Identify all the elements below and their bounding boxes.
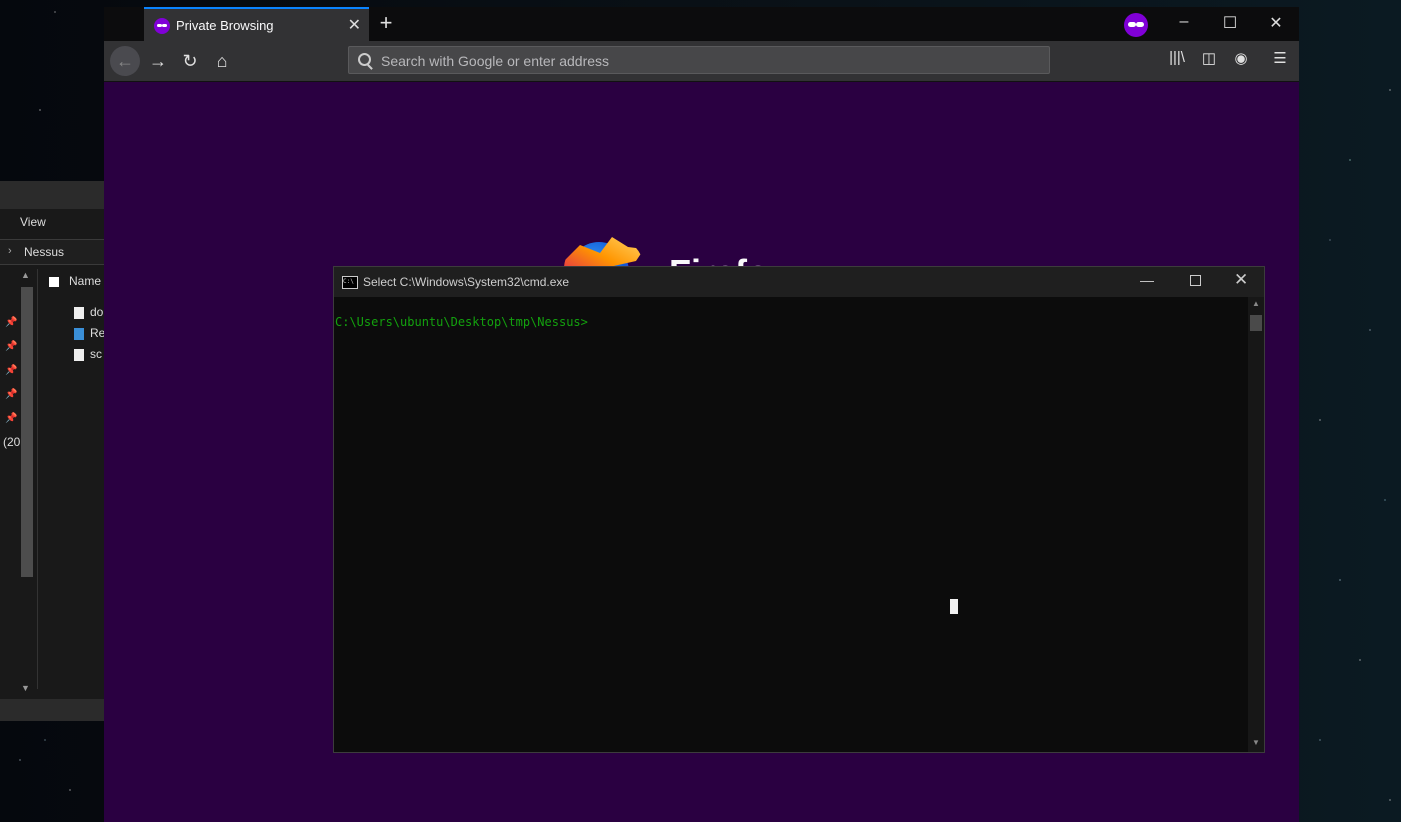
status-bar xyxy=(0,699,104,721)
navigation-toolbar: ← → ↻ ⌂ |||\ ◫ ◉ ☰ xyxy=(104,41,1299,82)
select-all-checkbox[interactable] xyxy=(49,276,59,287)
pin-icon: 📌 xyxy=(5,413,18,424)
file-icon xyxy=(74,306,84,319)
explorer-titlebar[interactable] xyxy=(0,181,104,209)
pin-icon: 📌 xyxy=(5,341,18,352)
scroll-up-icon[interactable]: ▲ xyxy=(21,270,30,280)
scroll-down-icon[interactable]: ▼ xyxy=(21,683,30,693)
column-header-name[interactable]: Name xyxy=(49,274,101,288)
file-explorer-window: View › Nessus 📌 📌 📌 📌 📌 ▲ ▼ (20 Name do … xyxy=(0,181,105,721)
reload-button[interactable]: ↻ xyxy=(176,49,204,73)
sidebar-icon[interactable]: ◫ xyxy=(1197,49,1221,67)
back-button[interactable]: ← xyxy=(110,46,140,76)
command-prompt: C:\Users\ubuntu\Desktop\tmp\Nessus> xyxy=(335,315,588,329)
navpane-scrollbar[interactable]: ▲ ▼ xyxy=(19,270,34,697)
address-bar[interactable] xyxy=(348,46,1050,74)
tab-private-browsing[interactable]: Private Browsing ✕ xyxy=(144,7,369,41)
text-cursor xyxy=(950,599,958,614)
private-browsing-indicator-icon xyxy=(1124,13,1148,37)
private-mask-icon xyxy=(154,18,170,34)
column-label: Name xyxy=(69,274,102,288)
file-item[interactable]: sc xyxy=(74,347,102,361)
home-button[interactable]: ⌂ xyxy=(208,49,236,73)
scroll-thumb[interactable] xyxy=(1250,315,1262,331)
breadcrumb[interactable]: › Nessus xyxy=(0,239,104,265)
file-name: sc xyxy=(90,347,102,361)
file-icon xyxy=(74,348,84,361)
pin-icon: 📌 xyxy=(5,389,18,400)
cmd-window[interactable]: C:\ Select C:\Windows\System32\cmd.exe —… xyxy=(333,266,1265,753)
tab-bar: Private Browsing ✕ + – ☐ ✕ xyxy=(104,7,1299,41)
pin-icon: 📌 xyxy=(5,365,18,376)
scroll-thumb[interactable] xyxy=(21,287,33,577)
url-input[interactable] xyxy=(379,51,1033,71)
forward-button[interactable]: → xyxy=(144,49,172,73)
close-tab-icon[interactable]: ✕ xyxy=(348,15,361,35)
new-tab-button[interactable]: + xyxy=(374,10,398,36)
cmd-title: Select C:\Windows\System32\cmd.exe xyxy=(363,275,570,289)
tab-title: Private Browsing xyxy=(176,18,274,33)
minimize-button[interactable]: – xyxy=(1169,13,1199,31)
cmd-titlebar[interactable]: C:\ Select C:\Windows\System32\cmd.exe —… xyxy=(334,267,1264,297)
account-icon[interactable]: ◉ xyxy=(1229,49,1253,67)
minimize-button[interactable]: — xyxy=(1140,272,1154,288)
close-window-button[interactable]: ✕ xyxy=(1234,270,1248,290)
maximize-button[interactable]: ☐ xyxy=(1215,13,1245,33)
search-icon xyxy=(358,53,371,66)
scroll-down-icon[interactable]: ▼ xyxy=(1252,738,1260,747)
file-name: do xyxy=(90,305,104,319)
pin-icon: 📌 xyxy=(5,317,18,328)
html-file-icon xyxy=(74,327,84,340)
view-menu[interactable]: View xyxy=(20,215,46,229)
library-icon[interactable]: |||\ xyxy=(1165,49,1189,66)
menu-icon[interactable]: ☰ xyxy=(1268,49,1292,67)
file-item[interactable]: do xyxy=(74,305,103,319)
chevron-right-icon: › xyxy=(8,245,12,257)
cmd-console[interactable]: C:\Users\ubuntu\Desktop\tmp\Nessus> xyxy=(334,297,1247,752)
close-window-button[interactable]: ✕ xyxy=(1261,13,1291,33)
nav-item-fragment[interactable]: (20 xyxy=(3,435,20,449)
file-item[interactable]: Re xyxy=(74,326,105,340)
breadcrumb-folder[interactable]: Nessus xyxy=(24,245,64,259)
cmd-scrollbar[interactable]: ▲ ▼ xyxy=(1248,297,1264,752)
maximize-button[interactable] xyxy=(1190,275,1201,286)
cmd-icon: C:\ xyxy=(342,276,358,289)
scroll-up-icon[interactable]: ▲ xyxy=(1252,299,1260,308)
